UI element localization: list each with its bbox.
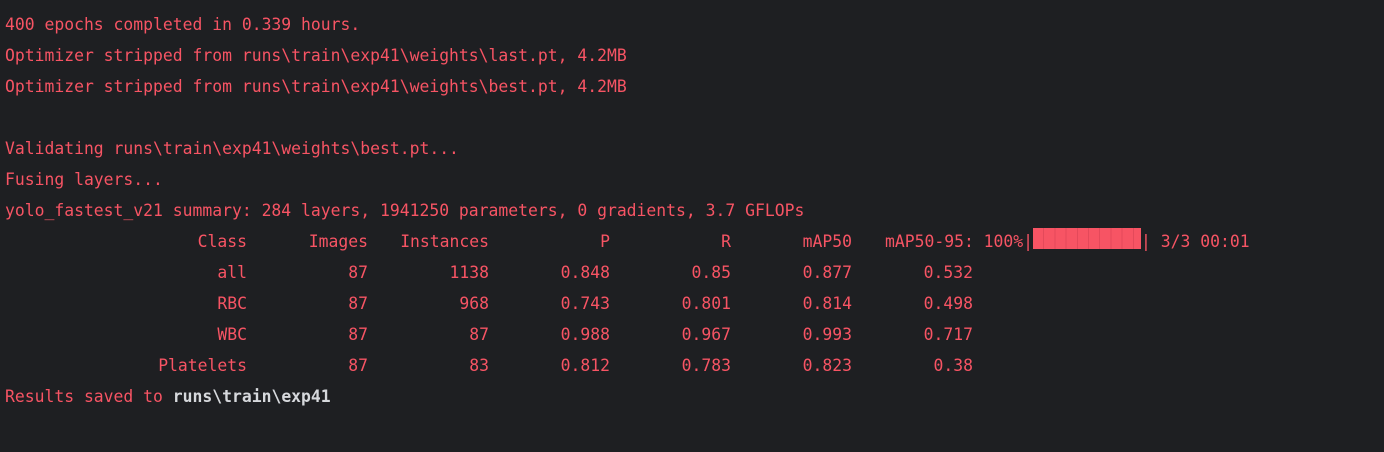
table-row: RBC 87 968 0.743 0.801 0.814 0.498 [0,288,1384,319]
row-class: Platelets [158,356,247,375]
results-saved-path-link[interactable]: runs\train\exp41 [173,387,331,406]
row-instances: 1138 [449,263,489,282]
row-map5095: 0.38 [933,356,973,375]
row-map50: 0.993 [802,325,852,344]
row-images: 87 [348,294,368,313]
progress-tail: 3/3 00:01 [1160,232,1250,251]
validation-progress-bar [1033,228,1142,249]
row-map50: 0.877 [802,263,852,282]
row-class: all [217,263,247,282]
fusing-layers-line: Fusing layers... [5,170,163,189]
optimizer-stripped-best-line: Optimizer stripped from runs\train\exp41… [5,77,627,96]
header-images: Images [308,232,368,251]
terminal-output[interactable]: 400 epochs completed in 0.339 hours. Opt… [0,0,1384,452]
header-class: Class [197,232,247,251]
optimizer-stripped-last-line: Optimizer stripped from runs\train\exp41… [5,46,627,65]
row-class: RBC [217,294,247,313]
validating-line: Validating runs\train\exp41\weights\best… [5,139,459,158]
row-map5095: 0.532 [923,263,973,282]
results-saved-line: Results saved to runs\train\exp41 [5,381,331,412]
row-images: 87 [348,263,368,282]
row-map5095: 0.498 [923,294,973,313]
row-images: 87 [348,356,368,375]
header-map5095-progress: mAP50-95: 100%| | 3/3 00:01 [885,226,1250,257]
row-class: WBC [217,325,247,344]
table-row: all 87 1138 0.848 0.85 0.877 0.532 [0,257,1384,288]
row-map5095: 0.717 [923,325,973,344]
row-instances: 83 [469,356,489,375]
header-map5095: mAP50-95: 100%| [885,232,1034,251]
table-row: WBC 87 87 0.988 0.967 0.993 0.717 [0,319,1384,350]
row-map50: 0.823 [802,356,852,375]
row-images: 87 [348,325,368,344]
row-r: 0.801 [681,294,731,313]
row-r: 0.967 [681,325,731,344]
row-p: 0.812 [560,356,610,375]
header-instances: Instances [400,232,489,251]
row-p: 0.743 [560,294,610,313]
row-p: 0.988 [560,325,610,344]
model-summary-line: yolo_fastest_v21 summary: 284 layers, 19… [5,201,805,220]
row-instances: 87 [469,325,489,344]
row-p: 0.848 [560,263,610,282]
results-saved-prefix: Results saved to [5,387,173,406]
row-instances: 968 [459,294,489,313]
row-map50: 0.814 [802,294,852,313]
header-map50: mAP50 [802,232,852,251]
results-table-header: Class Images Instances P R mAP50 mAP50-9… [0,226,1384,257]
row-r: 0.783 [681,356,731,375]
header-r: R [721,232,731,251]
row-r: 0.85 [691,263,731,282]
epochs-completed-line: 400 epochs completed in 0.339 hours. [5,15,361,34]
progress-bar-end: | [1141,232,1151,251]
table-row: Platelets 87 83 0.812 0.783 0.823 0.38 [0,350,1384,381]
header-p: P [600,232,610,251]
